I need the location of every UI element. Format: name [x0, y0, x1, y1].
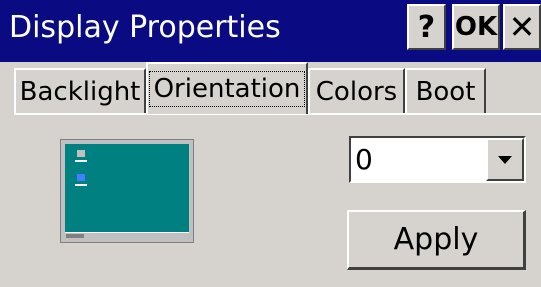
ok-label: OK	[454, 12, 498, 42]
chevron-down-icon	[498, 155, 512, 164]
tab-backlight[interactable]: Backlight	[14, 68, 146, 114]
preview-icon-label	[75, 184, 87, 186]
dropdown-arrow-button[interactable]	[486, 138, 524, 181]
apply-label: Apply	[393, 222, 479, 257]
preview-taskbar	[65, 232, 189, 239]
tab-orientation-label: Orientation	[148, 71, 306, 107]
apply-button[interactable]: Apply	[347, 210, 526, 270]
tab-colors-label: Colors	[315, 77, 398, 107]
tab-boot-label: Boot	[415, 77, 476, 107]
title-bar: Display Properties ? OK ✕	[0, 0, 541, 62]
preview-icon-label	[75, 160, 87, 162]
recycle-bin-icon	[77, 150, 85, 157]
tab-backlight-label: Backlight	[19, 77, 141, 107]
help-icon: ?	[417, 9, 436, 45]
ok-button[interactable]: OK	[452, 4, 500, 50]
tab-colors[interactable]: Colors	[308, 68, 405, 114]
display-properties-window: Display Properties ? OK ✕ Backlight Orie…	[0, 0, 541, 287]
preview-start-button	[66, 234, 84, 238]
close-icon: ✕	[508, 8, 536, 46]
preview-desktop	[65, 144, 189, 232]
help-button[interactable]: ?	[407, 4, 446, 50]
orientation-preview	[60, 139, 194, 243]
orientation-select[interactable]: 0	[349, 136, 526, 183]
orientation-select-value: 0	[355, 143, 373, 176]
my-device-icon	[77, 174, 85, 181]
tab-orientation[interactable]: Orientation	[146, 62, 308, 114]
panel-edge	[0, 62, 14, 287]
close-button[interactable]: ✕	[503, 4, 541, 50]
window-bottom-edge	[0, 280, 541, 287]
tab-boot[interactable]: Boot	[405, 68, 486, 114]
window-title: Display Properties	[9, 10, 281, 45]
